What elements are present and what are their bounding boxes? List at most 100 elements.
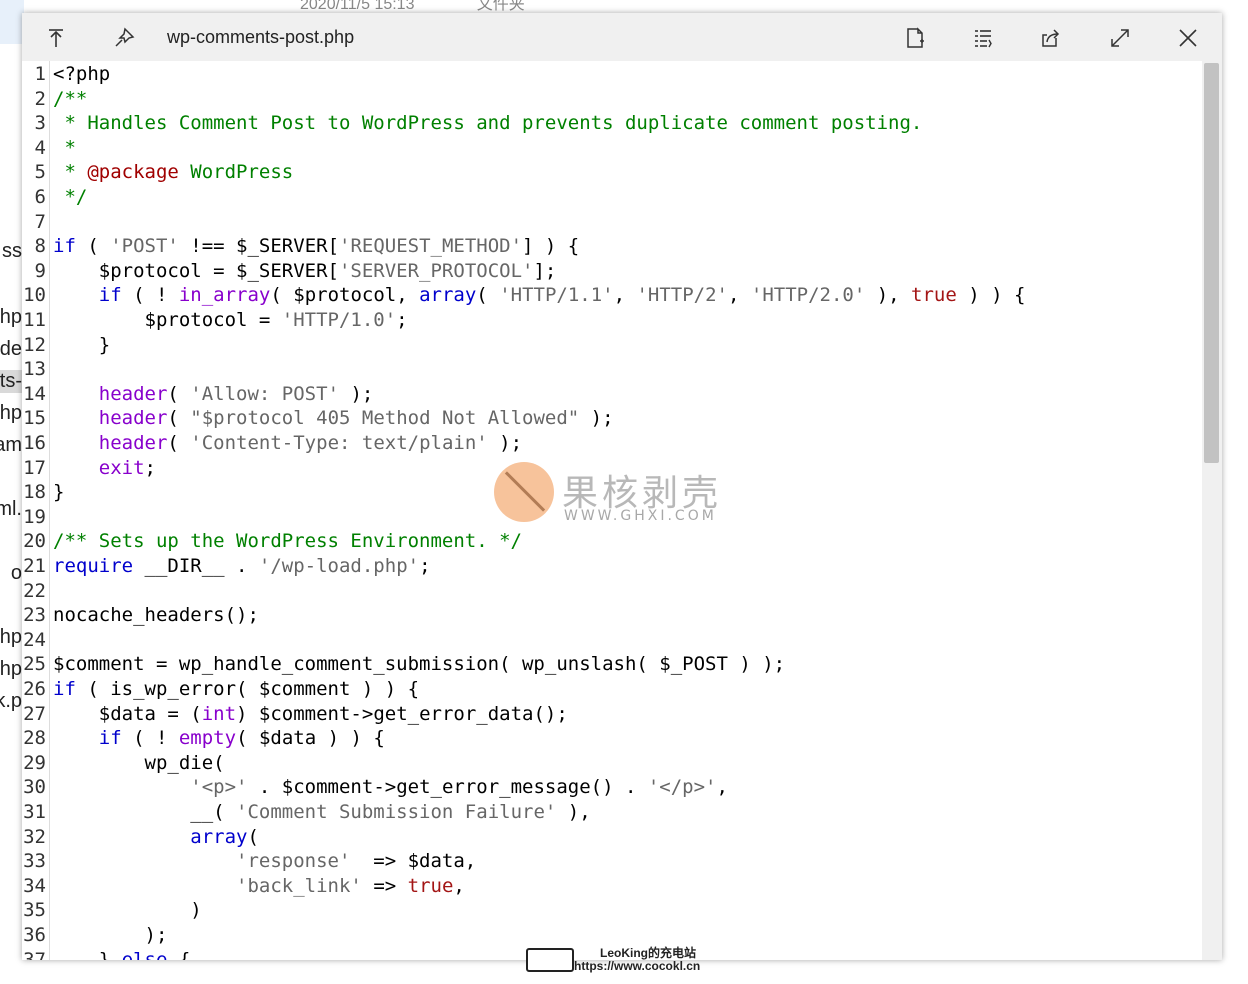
open-file-button[interactable]	[898, 21, 932, 55]
code-text: header( 'Allow: POST' );	[53, 382, 374, 406]
close-button[interactable]	[1171, 21, 1205, 55]
code-token: 'Comment Submission Failure'	[236, 801, 557, 823]
code-token: => $data,	[350, 850, 477, 873]
outline-button[interactable]	[966, 21, 1000, 55]
code-token: !== $_SERVER[	[178, 235, 340, 258]
source-stamp: LeoKing的充电站 https://www.cocokl.cn	[526, 944, 756, 978]
code-token: require	[53, 555, 134, 577]
share-button[interactable]	[1034, 21, 1068, 55]
line-number: 2	[34, 87, 46, 110]
explorer-file-fragment: o	[10, 562, 22, 584]
code-token: 'POST'	[110, 235, 179, 258]
explorer-file-fragment: ts-	[0, 370, 22, 393]
stamp-url: https://www.cocokl.cn	[574, 959, 701, 973]
code-token: *	[53, 136, 76, 159]
code-token: }	[53, 948, 122, 960]
explorer-file-fragment: hp	[0, 658, 22, 680]
code-token: else	[121, 948, 168, 960]
code-token: array	[419, 284, 477, 307]
line-number: 22	[23, 579, 46, 602]
arrow-up-icon	[49, 29, 63, 47]
code-token: ];	[533, 259, 557, 282]
explorer-file-fragment: ide	[0, 338, 22, 360]
window-title: wp-comments-post.php	[167, 27, 355, 47]
title-bar: wp-comments-post.php	[22, 13, 1222, 61]
code-token: <?php	[53, 63, 111, 85]
code-text: * Handles Comment Post to WordPress and …	[53, 111, 922, 135]
code-token: 'SERVER_PROTOCOL'	[338, 259, 534, 282]
close-icon	[1179, 29, 1197, 47]
code-token: ,	[453, 874, 465, 897]
code-token: '<p>'	[190, 776, 248, 799]
explorer-file-fragment: php	[0, 306, 22, 328]
code-token: ;	[144, 456, 156, 479]
code-token: 'HTTP/1.0'	[281, 309, 397, 331]
code-token: /**	[53, 87, 88, 110]
code-text: */	[53, 185, 87, 209]
code-token: }	[53, 481, 65, 504]
code-token: header	[98, 382, 168, 405]
laptop-icon	[526, 948, 574, 972]
code-token: '</p>'	[647, 776, 717, 799]
code-token: 'HTTP/2.0'	[750, 284, 866, 307]
line-number: 29	[23, 751, 46, 774]
code-token: . $comment->get_error_message() .	[247, 776, 648, 799]
gutter-divider	[49, 61, 50, 960]
code-text: <?php	[53, 62, 110, 86]
code-text: *	[53, 136, 76, 160]
code-text: }	[53, 333, 110, 357]
line-number: 33	[23, 850, 46, 873]
code-token: WordPress	[178, 161, 294, 184]
code-token: (	[476, 284, 500, 307]
explorer-file-fragment: am	[0, 434, 22, 456]
code-token: if	[53, 235, 76, 258]
code-token: * Handles Comment Post to WordPress and …	[53, 112, 923, 135]
code-token: }	[53, 333, 111, 356]
code-text: '<p>' . $comment->get_error_message() . …	[53, 775, 728, 799]
line-number: 31	[23, 801, 46, 823]
line-number: 12	[23, 333, 46, 356]
back-to-top-button[interactable]	[39, 21, 73, 55]
vertical-scrollbar[interactable]	[1202, 61, 1222, 960]
expand-icon	[1111, 29, 1129, 47]
code-token: header	[98, 407, 168, 430]
code-text: if ( ! in_array( $protocol, array( 'HTTP…	[53, 283, 1026, 307]
code-token: (	[167, 407, 191, 430]
code-token: true	[407, 874, 454, 897]
code-text: header( "$protocol 405 Method Not Allowe…	[53, 406, 614, 430]
file-preview-window: wp-comments-post.php 1 <?php 2 /** 3 * Handl…	[22, 13, 1222, 960]
code-token: ;	[396, 309, 408, 331]
explorer-file-fragment: ml.	[0, 498, 22, 520]
code-token: ( !	[121, 284, 179, 307]
line-number: 30	[23, 776, 46, 799]
code-token: ( !	[121, 727, 179, 750]
code-token: (	[167, 382, 191, 405]
code-text: __( 'Comment Submission Failure' ),	[53, 800, 590, 824]
line-number: 27	[23, 702, 46, 725]
code-text: 'back_link' => true,	[53, 874, 465, 898]
explorer-file-fragment: hp	[0, 402, 22, 424]
maximize-button[interactable]	[1103, 21, 1137, 55]
code-token: 'Allow: POST'	[190, 382, 340, 405]
code-editor[interactable]: 1 <?php 2 /** 3 * Handles Comment Post to Wo…	[22, 61, 1202, 960]
code-text: header( 'Content-Type: text/plain' );	[53, 431, 522, 455]
code-text: $data = (int) $comment->get_error_data()…	[53, 702, 568, 726]
code-token: '/wp-load.php'	[258, 555, 420, 577]
line-number: 17	[23, 456, 46, 479]
code-token: ( $data ) ) {	[236, 727, 385, 750]
code-text: wp_die(	[53, 751, 225, 775]
code-text: if ( ! empty( $data ) ) {	[53, 726, 385, 750]
scrollbar-thumb[interactable]	[1204, 63, 1219, 463]
code-text: );	[53, 923, 168, 947]
code-token: );	[339, 382, 374, 405]
pin-button[interactable]	[107, 21, 141, 55]
explorer-file-fragment: k.p	[0, 690, 22, 712]
code-token: ] ) {	[522, 235, 580, 258]
code-token: empty	[178, 727, 237, 750]
code-token: ,	[613, 284, 637, 307]
code-token: $data = (	[53, 702, 202, 725]
